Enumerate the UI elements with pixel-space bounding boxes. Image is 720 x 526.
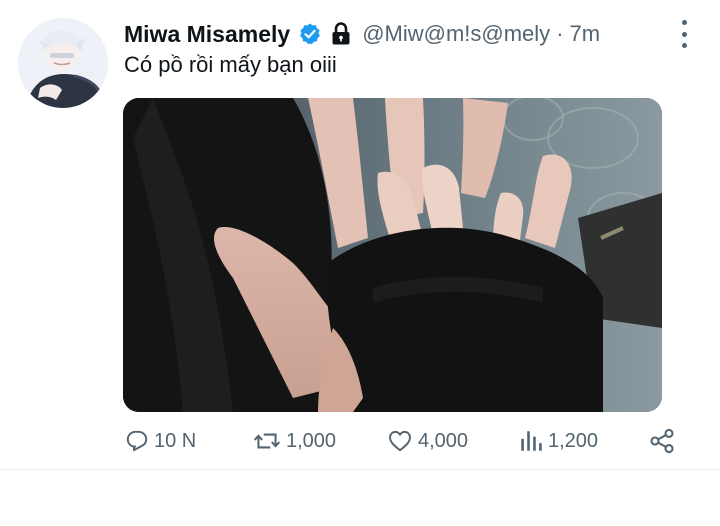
like-count: 4,000 <box>418 429 469 452</box>
retweet-count: 1,000 <box>286 429 337 452</box>
tweet-actions-bar: 10 N 1,000 4,000 1,200 <box>124 424 684 458</box>
share-button[interactable] <box>648 424 676 458</box>
reply-icon <box>126 430 148 452</box>
author-handle[interactable]: @Miw@m!s@mely <box>362 21 550 47</box>
share-icon <box>650 428 674 454</box>
analytics-icon <box>521 431 542 451</box>
like-button[interactable]: 4,000 <box>386 424 468 458</box>
heart-icon <box>389 430 411 452</box>
retweet-icon <box>253 433 281 449</box>
more-options-icon[interactable] <box>674 20 694 48</box>
tweet-text: Có pồ rồi mấy bạn oiii <box>124 52 337 77</box>
reply-button[interactable]: 10 N <box>124 424 196 458</box>
hands-photo-image <box>123 98 662 412</box>
verified-badge-icon <box>298 22 322 46</box>
avatar[interactable] <box>18 18 108 108</box>
lock-icon <box>330 22 352 46</box>
author-name[interactable]: Miwa Misamely <box>124 21 290 48</box>
tweet-media-photo[interactable] <box>123 98 662 412</box>
views-count: 1,200 <box>548 429 599 452</box>
reply-count: 10 N <box>154 429 197 452</box>
timestamp[interactable]: 7m <box>570 21 601 47</box>
tweet-card[interactable]: Miwa Misamely @Miw@m!s@mely · 7m Có pồ r… <box>0 0 720 470</box>
retweet-button[interactable]: 1,000 <box>252 424 336 458</box>
separator-dot: · <box>556 21 564 46</box>
views-button[interactable]: 1,200 <box>518 424 598 458</box>
tweet-header: Miwa Misamely @Miw@m!s@mely · 7m <box>124 19 600 49</box>
avatar-image <box>18 18 108 108</box>
